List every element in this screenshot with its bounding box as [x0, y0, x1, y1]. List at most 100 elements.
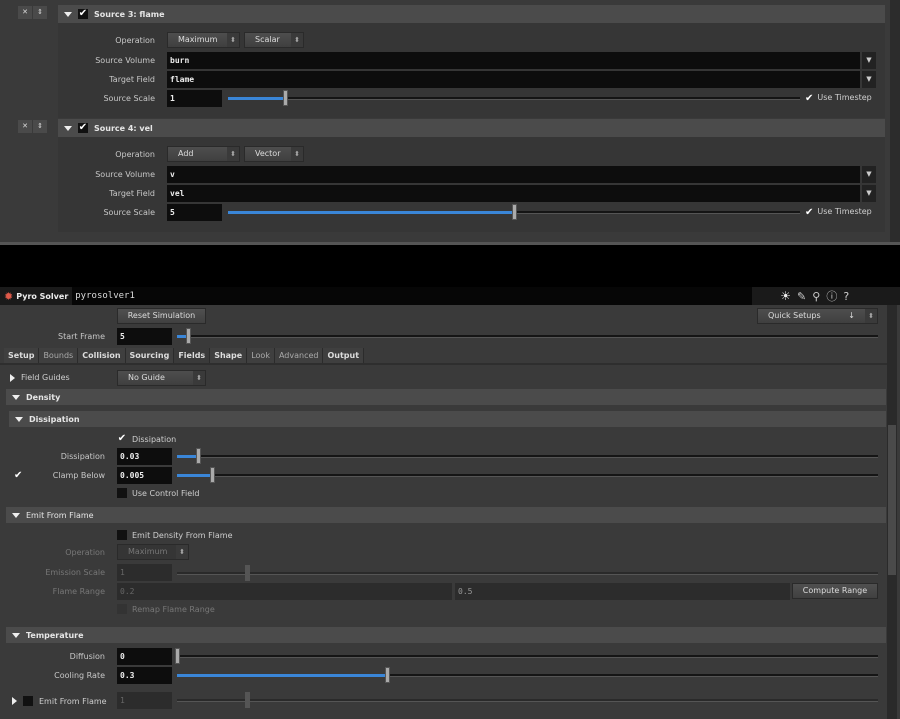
slider-handle[interactable] [210, 467, 216, 483]
slider-handle[interactable] [245, 565, 251, 581]
gear-icon[interactable]: ☀ [780, 289, 791, 303]
source-scale-slider[interactable] [228, 204, 800, 220]
scrollbar[interactable] [887, 305, 897, 719]
source-scale-label: Source Scale [103, 94, 155, 103]
dissipation-folder[interactable]: Dissipation [9, 411, 886, 427]
compute-range-button[interactable]: Compute Range [792, 583, 878, 599]
diffusion-slider[interactable] [175, 648, 878, 664]
cooling-rate-label: Cooling Rate [54, 671, 105, 680]
info-icon[interactable]: ⓘ [826, 288, 837, 304]
slider-handle[interactable] [283, 90, 289, 106]
diffusion-label: Diffusion [69, 652, 105, 661]
tab-bounds[interactable]: Bounds [39, 348, 79, 363]
field-guide-dropdown[interactable]: No Guide ⬍ [117, 370, 206, 386]
node-name-input[interactable]: pyrosolver1 [72, 287, 753, 305]
source-controls: ✕ ⇕ [18, 6, 47, 19]
target-field-menu-icon[interactable]: ▼ [862, 71, 876, 88]
dissipation-label: Dissipation [60, 452, 105, 461]
title-bar: ✹ Pyro Solver pyrosolver1 ☀ ✎ ⚲ ⓘ ? [0, 287, 900, 305]
source-scale-slider[interactable] [228, 90, 800, 106]
emission-scale-label: Emission Scale [45, 568, 105, 577]
start-frame-slider[interactable] [177, 328, 878, 344]
field-type-dropdown[interactable]: Scalar ⬍ [244, 32, 304, 48]
remove-source-button[interactable]: ✕ [18, 120, 32, 133]
slider-handle[interactable] [512, 204, 517, 220]
source-scale-input[interactable]: 5 [167, 204, 222, 221]
target-field-input[interactable]: vel [167, 185, 860, 202]
brush-icon[interactable]: ✎ [797, 290, 806, 303]
remap-flame-range-checkbox[interactable]: Remap Flame Range [117, 604, 215, 614]
operation-dropdown[interactable]: Add ⬍ [167, 146, 240, 162]
start-frame-label: Start Frame [57, 332, 105, 341]
slider-handle[interactable] [385, 667, 391, 683]
operation-label: Operation [65, 548, 105, 557]
flame-range-max[interactable]: 0.5 [455, 583, 790, 600]
use-control-field-checkbox[interactable]: Use Control Field [117, 488, 199, 498]
slider-handle[interactable] [185, 328, 191, 344]
tab-look[interactable]: Look [247, 348, 275, 363]
source-volume-menu-icon[interactable]: ▼ [862, 52, 876, 69]
target-field-label: Target Field [109, 75, 155, 84]
flame-range-min[interactable]: 0.2 [117, 583, 452, 600]
emit-from-flame-input[interactable]: 1 [117, 692, 172, 709]
use-timestep-checkbox[interactable]: ✔ Use Timestep [805, 93, 872, 104]
source-volume-label: Source Volume [95, 56, 155, 65]
splitter[interactable] [0, 242, 900, 245]
node-type: Pyro Solver [16, 291, 69, 301]
tab-shape[interactable]: Shape [210, 348, 248, 363]
clamp-below-slider[interactable] [177, 467, 878, 483]
search-icon[interactable]: ⚲ [812, 290, 820, 303]
temperature-folder[interactable]: Temperature [6, 627, 886, 643]
tab-fields[interactable]: Fields [174, 348, 211, 363]
source-enable-checkbox[interactable]: ✔ [78, 123, 88, 133]
reorder-source-button[interactable]: ⇕ [33, 120, 47, 133]
source-volume-input[interactable]: burn [167, 52, 860, 69]
source-volume-input[interactable]: v [167, 166, 860, 183]
emit-from-flame-folder[interactable]: Emit From Flame [6, 507, 886, 523]
source-header[interactable]: ✔ Source 3: flame [58, 5, 885, 23]
target-field-input[interactable]: flame [167, 71, 860, 88]
tab-sourcing[interactable]: Sourcing [125, 348, 175, 363]
clamp-below-input[interactable]: 0.005 [117, 467, 172, 484]
use-timestep-checkbox[interactable]: ✔ Use Timestep [805, 207, 872, 218]
tab-setup[interactable]: Setup [4, 348, 40, 363]
field-guides-folder[interactable]: Field Guides [10, 373, 70, 382]
field-type-dropdown[interactable]: Vector ⬍ [244, 146, 304, 162]
start-frame-input[interactable]: 5 [117, 328, 172, 345]
source-controls: ✕ ⇕ [18, 120, 47, 133]
operation-label: Operation [115, 36, 155, 45]
density-folder[interactable]: Density [6, 389, 886, 405]
tab-collision[interactable]: Collision [78, 348, 126, 363]
source-scale-input[interactable]: 1 [167, 90, 222, 107]
source-volume-menu-icon[interactable]: ▼ [862, 166, 876, 183]
operation-dropdown[interactable]: Maximum ⬍ [117, 544, 189, 560]
field-guides-label: Field Guides [21, 373, 70, 382]
emission-scale-slider[interactable] [177, 565, 878, 581]
source-header[interactable]: ✔ Source 4: vel [58, 119, 885, 137]
flame-range-label: Flame Range [52, 587, 105, 596]
remove-source-button[interactable]: ✕ [18, 6, 32, 19]
operation-dropdown[interactable]: Maximum ⬍ [167, 32, 240, 48]
slider-handle[interactable] [175, 648, 180, 664]
tab-advanced[interactable]: Advanced [274, 348, 324, 363]
cooling-rate-input[interactable]: 0.3 [117, 667, 172, 684]
help-icon[interactable]: ? [843, 290, 849, 303]
dissipation-input[interactable]: 0.03 [117, 448, 172, 465]
emit-from-flame-slider[interactable] [177, 692, 878, 708]
emit-density-checkbox[interactable]: Emit Density From Flame [117, 530, 233, 540]
diffusion-input[interactable]: 0 [117, 648, 172, 665]
slider-handle[interactable] [245, 692, 251, 708]
quick-setups-dropdown[interactable]: Quick Setups ↓ ⬍ [757, 308, 878, 324]
reset-simulation-button[interactable]: Reset Simulation [117, 308, 206, 324]
dissipation-toggle[interactable]: ✔ Dissipation [117, 434, 176, 444]
source-scale-label: Source Scale [103, 208, 155, 217]
source-enable-checkbox[interactable]: ✔ [78, 9, 88, 19]
slider-handle[interactable] [196, 448, 202, 464]
tab-output[interactable]: Output [323, 348, 365, 363]
emit-from-flame-toggle[interactable]: Emit From Flame [12, 696, 107, 706]
cooling-rate-slider[interactable] [177, 667, 878, 683]
emission-scale-input[interactable]: 1 [117, 564, 172, 581]
dissipation-slider[interactable] [177, 448, 878, 464]
reorder-source-button[interactable]: ⇕ [33, 6, 47, 19]
target-field-menu-icon[interactable]: ▼ [862, 185, 876, 202]
